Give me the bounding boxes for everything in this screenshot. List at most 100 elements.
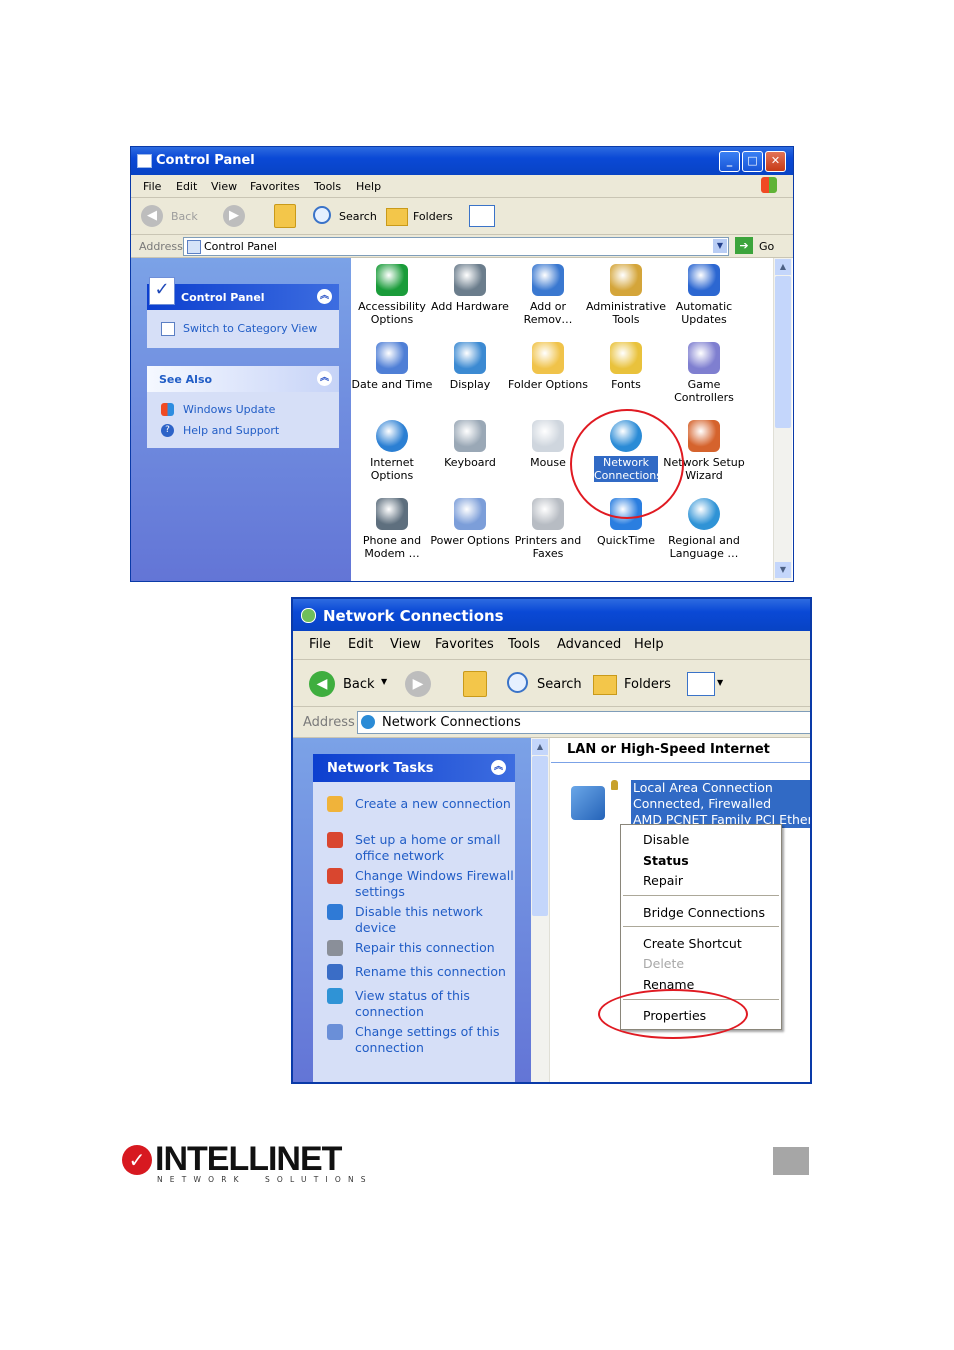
menu-item-bridge-connections[interactable]: Bridge Connections xyxy=(643,905,765,920)
local-area-connection-item[interactable]: Local Area Connection Connected, Firewal… xyxy=(569,780,810,828)
control-panel-item[interactable]: Game Controllers xyxy=(663,342,745,404)
menu-file[interactable]: File xyxy=(309,637,331,652)
control-panel-item[interactable]: Keyboard xyxy=(429,420,511,469)
folders-button[interactable]: Folders xyxy=(386,205,456,227)
control-panel-item-label: Fonts xyxy=(611,378,641,391)
menu-favorites[interactable]: Favorites xyxy=(435,637,494,652)
disable-device-icon xyxy=(327,904,343,920)
control-panel-item[interactable]: Accessibility Options xyxy=(351,264,433,326)
control-panel-item[interactable]: Add or Remov… xyxy=(507,264,589,326)
administrative-tools-icon xyxy=(610,264,642,296)
chevron-up-icon[interactable]: ︽ xyxy=(317,289,332,304)
menu-help[interactable]: Help xyxy=(356,180,381,193)
control-panel-item-label: Folder Options xyxy=(508,378,588,391)
see-also-header[interactable]: See Also ︽ xyxy=(147,366,339,392)
vertical-scrollbar[interactable]: ▲ ▼ xyxy=(773,258,792,580)
menu-item-status[interactable]: Status xyxy=(643,853,689,868)
control-panel-item[interactable]: Display xyxy=(429,342,511,391)
views-icon[interactable] xyxy=(687,672,715,696)
menu-bar: File Edit View Favorites Tools Advanced … xyxy=(293,631,810,660)
chevron-down-icon[interactable]: ▼ xyxy=(717,678,723,687)
control-panel-item[interactable]: Regional and Language … xyxy=(663,498,745,560)
title-bar[interactable]: Control Panel _ □ ✕ xyxy=(131,147,793,175)
up-folder-icon[interactable] xyxy=(274,204,296,228)
group-header-rule xyxy=(551,762,810,763)
menu-edit[interactable]: Edit xyxy=(348,637,373,652)
menu-item-disable[interactable]: Disable xyxy=(643,832,689,847)
scroll-up-icon[interactable]: ▲ xyxy=(532,739,548,755)
network-task-label: Set up a home or small office network xyxy=(355,832,501,863)
date-time-icon xyxy=(376,342,408,374)
back-button[interactable]: ◀ Back xyxy=(141,205,201,227)
folders-button[interactable]: Folders xyxy=(593,671,677,697)
network-task-link[interactable]: Change Windows Firewall settings xyxy=(327,868,517,900)
go-button[interactable]: ➔ Go xyxy=(735,237,781,255)
menu-item-create-shortcut[interactable]: Create Shortcut xyxy=(643,936,742,951)
chevron-up-icon[interactable]: ︽ xyxy=(317,371,332,386)
up-folder-icon[interactable] xyxy=(463,671,487,697)
control-panel-box-header[interactable]: ✓ Control Panel ︽ xyxy=(147,277,339,310)
control-panel-item[interactable]: Automatic Updates xyxy=(663,264,745,326)
network-tasks-header[interactable]: Network Tasks ︽ xyxy=(313,754,515,782)
scroll-thumb[interactable] xyxy=(532,756,548,916)
views-icon[interactable] xyxy=(469,205,495,227)
menu-file[interactable]: File xyxy=(143,180,161,193)
menu-tools[interactable]: Tools xyxy=(508,637,540,652)
menu-edit[interactable]: Edit xyxy=(176,180,197,193)
menu-advanced[interactable]: Advanced xyxy=(557,637,621,652)
network-task-link[interactable]: Set up a home or small office network xyxy=(327,832,517,864)
network-computers-icon xyxy=(571,786,605,820)
control-panel-item[interactable]: Phone and Modem … xyxy=(351,498,433,560)
menu-view[interactable]: View xyxy=(390,637,421,652)
control-panel-item[interactable]: Add Hardware xyxy=(429,264,511,313)
new-connection-icon xyxy=(327,796,343,812)
menu-help[interactable]: Help xyxy=(634,637,664,652)
menu-view[interactable]: View xyxy=(211,180,237,193)
address-field[interactable]: Control Panel ▼ xyxy=(183,237,729,256)
control-panel-item[interactable]: Administrative Tools xyxy=(585,264,667,326)
menu-item-repair[interactable]: Repair xyxy=(643,873,683,888)
forward-button[interactable]: ▶ xyxy=(223,205,245,227)
network-task-link[interactable]: Change settings of this connection xyxy=(327,1024,517,1056)
address-label: Address xyxy=(139,240,183,253)
menu-favorites[interactable]: Favorites xyxy=(250,180,300,193)
folders-icon xyxy=(386,208,408,226)
control-panel-item[interactable]: Folder Options xyxy=(507,342,589,391)
back-button[interactable]: ◀ Back ▼ xyxy=(309,671,389,697)
chevron-down-icon[interactable]: ▼ xyxy=(713,239,727,253)
network-task-link[interactable]: View status of this connection xyxy=(327,988,517,1020)
control-panel-item[interactable]: Printers and Faxes xyxy=(507,498,589,560)
search-button[interactable]: Search xyxy=(311,205,377,227)
chevron-up-icon[interactable]: ︽ xyxy=(491,760,506,775)
keyboard-icon xyxy=(454,420,486,452)
control-panel-item-label: Keyboard xyxy=(444,456,496,469)
search-button[interactable]: Search xyxy=(505,671,585,697)
network-task-link[interactable]: Disable this network device xyxy=(327,904,517,936)
maximize-button[interactable]: □ xyxy=(742,151,763,172)
control-panel-item[interactable]: Fonts xyxy=(585,342,667,391)
control-panel-item[interactable]: Date and Time xyxy=(351,342,433,391)
scroll-up-icon[interactable]: ▲ xyxy=(775,259,791,275)
add-remove-programs-icon xyxy=(532,264,564,296)
title-bar[interactable]: Network Connections xyxy=(293,599,810,631)
minimize-button[interactable]: _ xyxy=(719,151,740,172)
forward-button[interactable]: ▶ xyxy=(405,671,431,697)
scroll-down-icon[interactable]: ▼ xyxy=(775,562,791,578)
control-panel-item[interactable]: Power Options xyxy=(429,498,511,547)
checkmark-icon: ✓ xyxy=(149,277,175,305)
close-button[interactable]: ✕ xyxy=(765,151,786,172)
chevron-down-icon[interactable]: ▼ xyxy=(381,677,387,686)
control-panel-item[interactable]: Internet Options xyxy=(351,420,433,482)
scroll-thumb[interactable] xyxy=(775,276,791,428)
vertical-scrollbar[interactable]: ▲ xyxy=(531,738,550,1082)
network-task-link[interactable]: Create a new connection xyxy=(327,796,517,828)
address-field[interactable]: Network Connections xyxy=(357,711,810,734)
address-value: Control Panel xyxy=(204,240,277,253)
menu-tools[interactable]: Tools xyxy=(314,180,341,193)
network-task-label: Create a new connection xyxy=(355,796,511,811)
network-connections-small-icon xyxy=(361,715,375,729)
change-settings-icon xyxy=(327,1024,343,1040)
toolbar: ◀ Back ▼ ▶ Search Folders ▼ xyxy=(293,660,810,707)
control-panel-small-icon xyxy=(187,240,201,254)
back-label: Back xyxy=(171,210,198,223)
